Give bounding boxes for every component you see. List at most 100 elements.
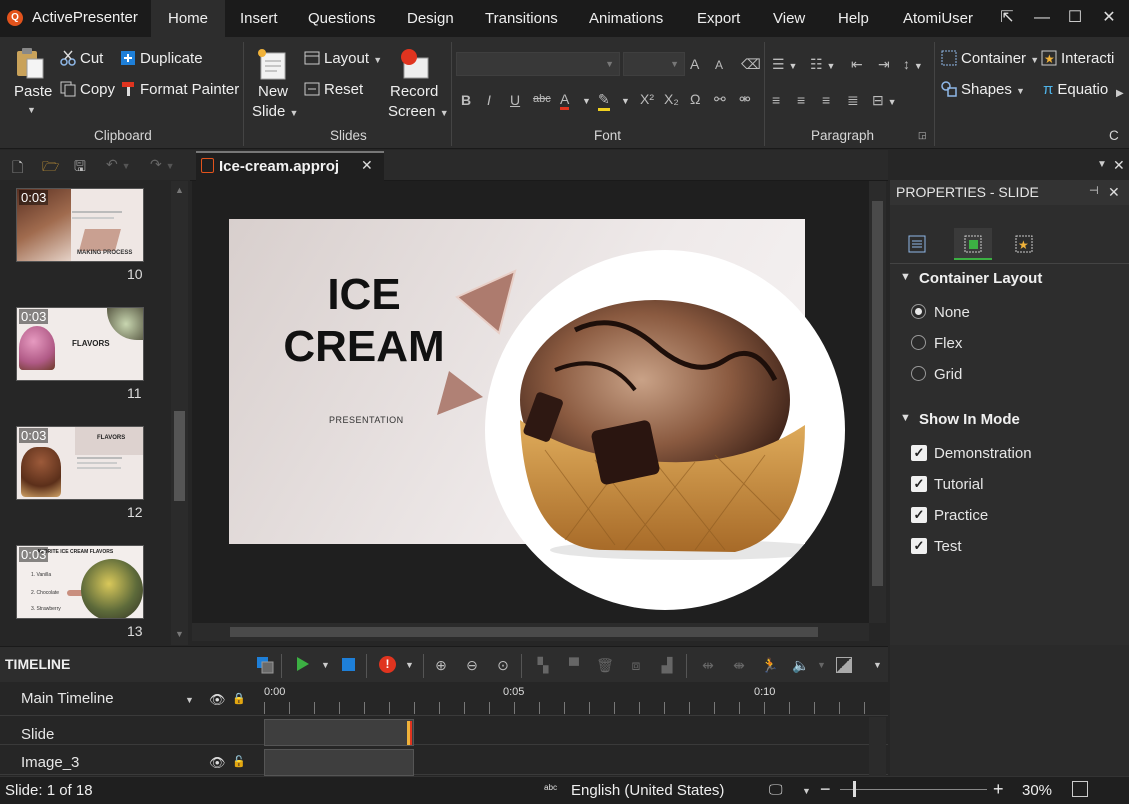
interaction-properties-icon[interactable]: ★ xyxy=(1014,234,1034,254)
timeline-scrollbar[interactable] xyxy=(869,717,886,776)
timeline-row-label[interactable]: Slide xyxy=(21,726,54,743)
record-label-1[interactable]: Record xyxy=(390,83,438,100)
option-test[interactable]: Test xyxy=(934,538,962,555)
option-demonstration[interactable]: Demonstration xyxy=(934,445,1032,462)
slide-thumbnail[interactable]: AVORITE ICE CREAM FLAVORS 1. Vanilla 2. … xyxy=(16,545,144,619)
canvas-vertical-scrollbar[interactable] xyxy=(869,181,886,623)
triangle-shape-small[interactable] xyxy=(431,367,487,419)
slide-thumbnail[interactable]: FLAVORS 0:03 xyxy=(16,307,144,381)
symbol-icon[interactable]: Ω xyxy=(690,91,700,107)
ice-cream-image[interactable] xyxy=(485,250,845,610)
strikethrough-icon[interactable]: abc xyxy=(533,93,551,105)
container-layout-heading[interactable]: Container Layout xyxy=(919,270,1042,287)
chevron-down-icon[interactable]: ▼ xyxy=(817,660,826,670)
close-button[interactable]: ✕ xyxy=(1094,6,1124,30)
menu-export[interactable]: Export xyxy=(680,0,757,37)
zoom-slider-thumb[interactable] xyxy=(853,781,856,797)
chevron-down-icon[interactable]: ▼ xyxy=(582,96,591,106)
bullets-icon[interactable]: ☰ ▼ xyxy=(772,56,797,73)
zoom-fit-icon[interactable]: ⊙ xyxy=(494,656,512,674)
scrollbar-thumb[interactable] xyxy=(230,627,818,637)
volume-icon[interactable]: 🔈 xyxy=(792,656,810,674)
equation-button[interactable]: π Equatio xyxy=(1043,81,1108,98)
radio-grid[interactable] xyxy=(911,366,926,381)
paste-button[interactable]: Paste xyxy=(14,83,52,100)
image-track-bar[interactable] xyxy=(264,749,414,776)
stop-icon[interactable] xyxy=(342,658,355,671)
option-tutorial[interactable]: Tutorial xyxy=(934,476,983,493)
timeline-row-label[interactable]: Image_3 xyxy=(21,754,79,771)
zoom-slider-track[interactable] xyxy=(840,789,987,790)
paragraph-dialog-launcher-icon[interactable]: ◲ xyxy=(918,130,927,141)
slide-thumbnail[interactable]: FLAVORS 0:03 xyxy=(16,426,144,500)
chevron-down-icon[interactable]: ▼ xyxy=(405,660,414,670)
italic-icon[interactable]: I xyxy=(487,92,491,108)
align-left-icon[interactable]: ≡ xyxy=(772,92,780,108)
container-layout-tab[interactable] xyxy=(954,228,992,260)
new-slide-label-2[interactable]: Slide ▼ xyxy=(252,103,298,120)
layers-icon[interactable] xyxy=(256,656,274,674)
delete-range-icon[interactable]: 🗑 xyxy=(596,656,614,674)
close-properties-icon[interactable]: ✕ xyxy=(1108,184,1120,201)
zoom-in-button[interactable]: + xyxy=(993,779,1004,800)
align-center-icon[interactable]: ≡ xyxy=(797,92,805,108)
eye-icon[interactable]: 👁 xyxy=(209,692,226,708)
decrease-indent-icon[interactable]: ⇤ xyxy=(851,56,863,73)
menu-transitions[interactable]: Transitions xyxy=(468,0,575,37)
radio-none[interactable] xyxy=(911,304,926,319)
format-painter-button[interactable]: Format Painter xyxy=(120,81,239,98)
split-icon[interactable]: ▚ xyxy=(534,656,552,674)
checkbox-tutorial[interactable]: ✓ xyxy=(911,476,927,492)
thumbnails-scrollbar[interactable]: ▲ ▼ xyxy=(171,181,188,645)
zoom-out-button[interactable]: − xyxy=(820,779,831,800)
chevron-down-icon[interactable]: ▼ xyxy=(802,786,811,796)
close-tab-icon[interactable]: ✕ xyxy=(361,157,373,174)
slide-subtitle[interactable]: PRESENTATION xyxy=(329,415,404,425)
duplicate-button[interactable]: Duplicate xyxy=(120,50,203,67)
chevron-down-icon[interactable]: ▼ xyxy=(621,96,630,106)
checkbox-test[interactable]: ✓ xyxy=(911,538,927,554)
panel-menu-icon[interactable]: ▼ xyxy=(1097,159,1107,170)
option-none[interactable]: None xyxy=(934,304,970,321)
copy-button[interactable]: Copy xyxy=(60,81,115,98)
shapes-button[interactable]: Shapes ▼ xyxy=(941,81,1025,98)
hyperlink-icon[interactable]: ⚯ xyxy=(714,91,726,108)
menu-insert[interactable]: Insert xyxy=(223,0,295,37)
presentation-view-icon[interactable]: 🖵 xyxy=(769,781,783,798)
document-tab[interactable]: Ice-cream.approj ✕ xyxy=(196,151,384,181)
play-icon[interactable] xyxy=(297,657,309,671)
scrollbar-thumb[interactable] xyxy=(872,201,883,586)
checkbox-practice[interactable]: ✓ xyxy=(911,507,927,523)
redo-icon[interactable]: ↷ ▼ xyxy=(150,156,175,173)
container-button[interactable]: Container ▼ xyxy=(941,50,1039,67)
scroll-up-icon[interactable]: ▲ xyxy=(175,185,184,195)
main-timeline-label[interactable]: Main Timeline xyxy=(21,690,114,707)
menu-home[interactable]: Home xyxy=(151,0,226,37)
language-label[interactable]: English (United States) xyxy=(571,782,724,799)
superscript-icon[interactable]: X² xyxy=(640,91,654,107)
font-size-select[interactable]: ▼ xyxy=(623,52,685,76)
eye-icon[interactable]: 👁 xyxy=(209,755,226,771)
record-icon[interactable]: ! xyxy=(379,656,396,673)
close-panel-icon[interactable]: ✕ xyxy=(1113,157,1125,174)
increase-indent-icon[interactable]: ⇥ xyxy=(878,56,890,73)
running-man-icon[interactable]: 🏃 xyxy=(761,656,779,674)
new-slide-label-1[interactable]: New xyxy=(258,83,288,100)
grow-font-icon[interactable]: A xyxy=(690,56,699,72)
option-grid[interactable]: Grid xyxy=(934,366,962,383)
font-family-select[interactable]: ▼ xyxy=(456,52,620,76)
restore-ribbon-icon[interactable]: ⇱ xyxy=(992,6,1022,30)
crop-icon[interactable]: ⧈ xyxy=(627,656,645,674)
record-label-2[interactable]: Screen ▼ xyxy=(388,103,449,120)
canvas-horizontal-scrollbar[interactable] xyxy=(192,623,869,641)
ribbon-scroll-right-icon[interactable]: ▶ xyxy=(1116,88,1124,99)
align-start-icon[interactable]: ⇹ xyxy=(699,656,717,674)
maximize-button[interactable]: ☐ xyxy=(1060,6,1090,30)
numbering-icon[interactable]: ☷ ▼ xyxy=(810,56,835,73)
timeline-select-dropdown-icon[interactable]: ▼ xyxy=(185,695,194,705)
triangle-shape[interactable] xyxy=(449,267,519,337)
insert-time-icon[interactable]: ▟ xyxy=(658,656,676,674)
spell-check-icon[interactable]: ᵃᵇᶜ xyxy=(544,782,557,796)
chevron-down-icon[interactable]: ▼ xyxy=(321,660,330,670)
menu-help[interactable]: Help xyxy=(821,0,886,37)
